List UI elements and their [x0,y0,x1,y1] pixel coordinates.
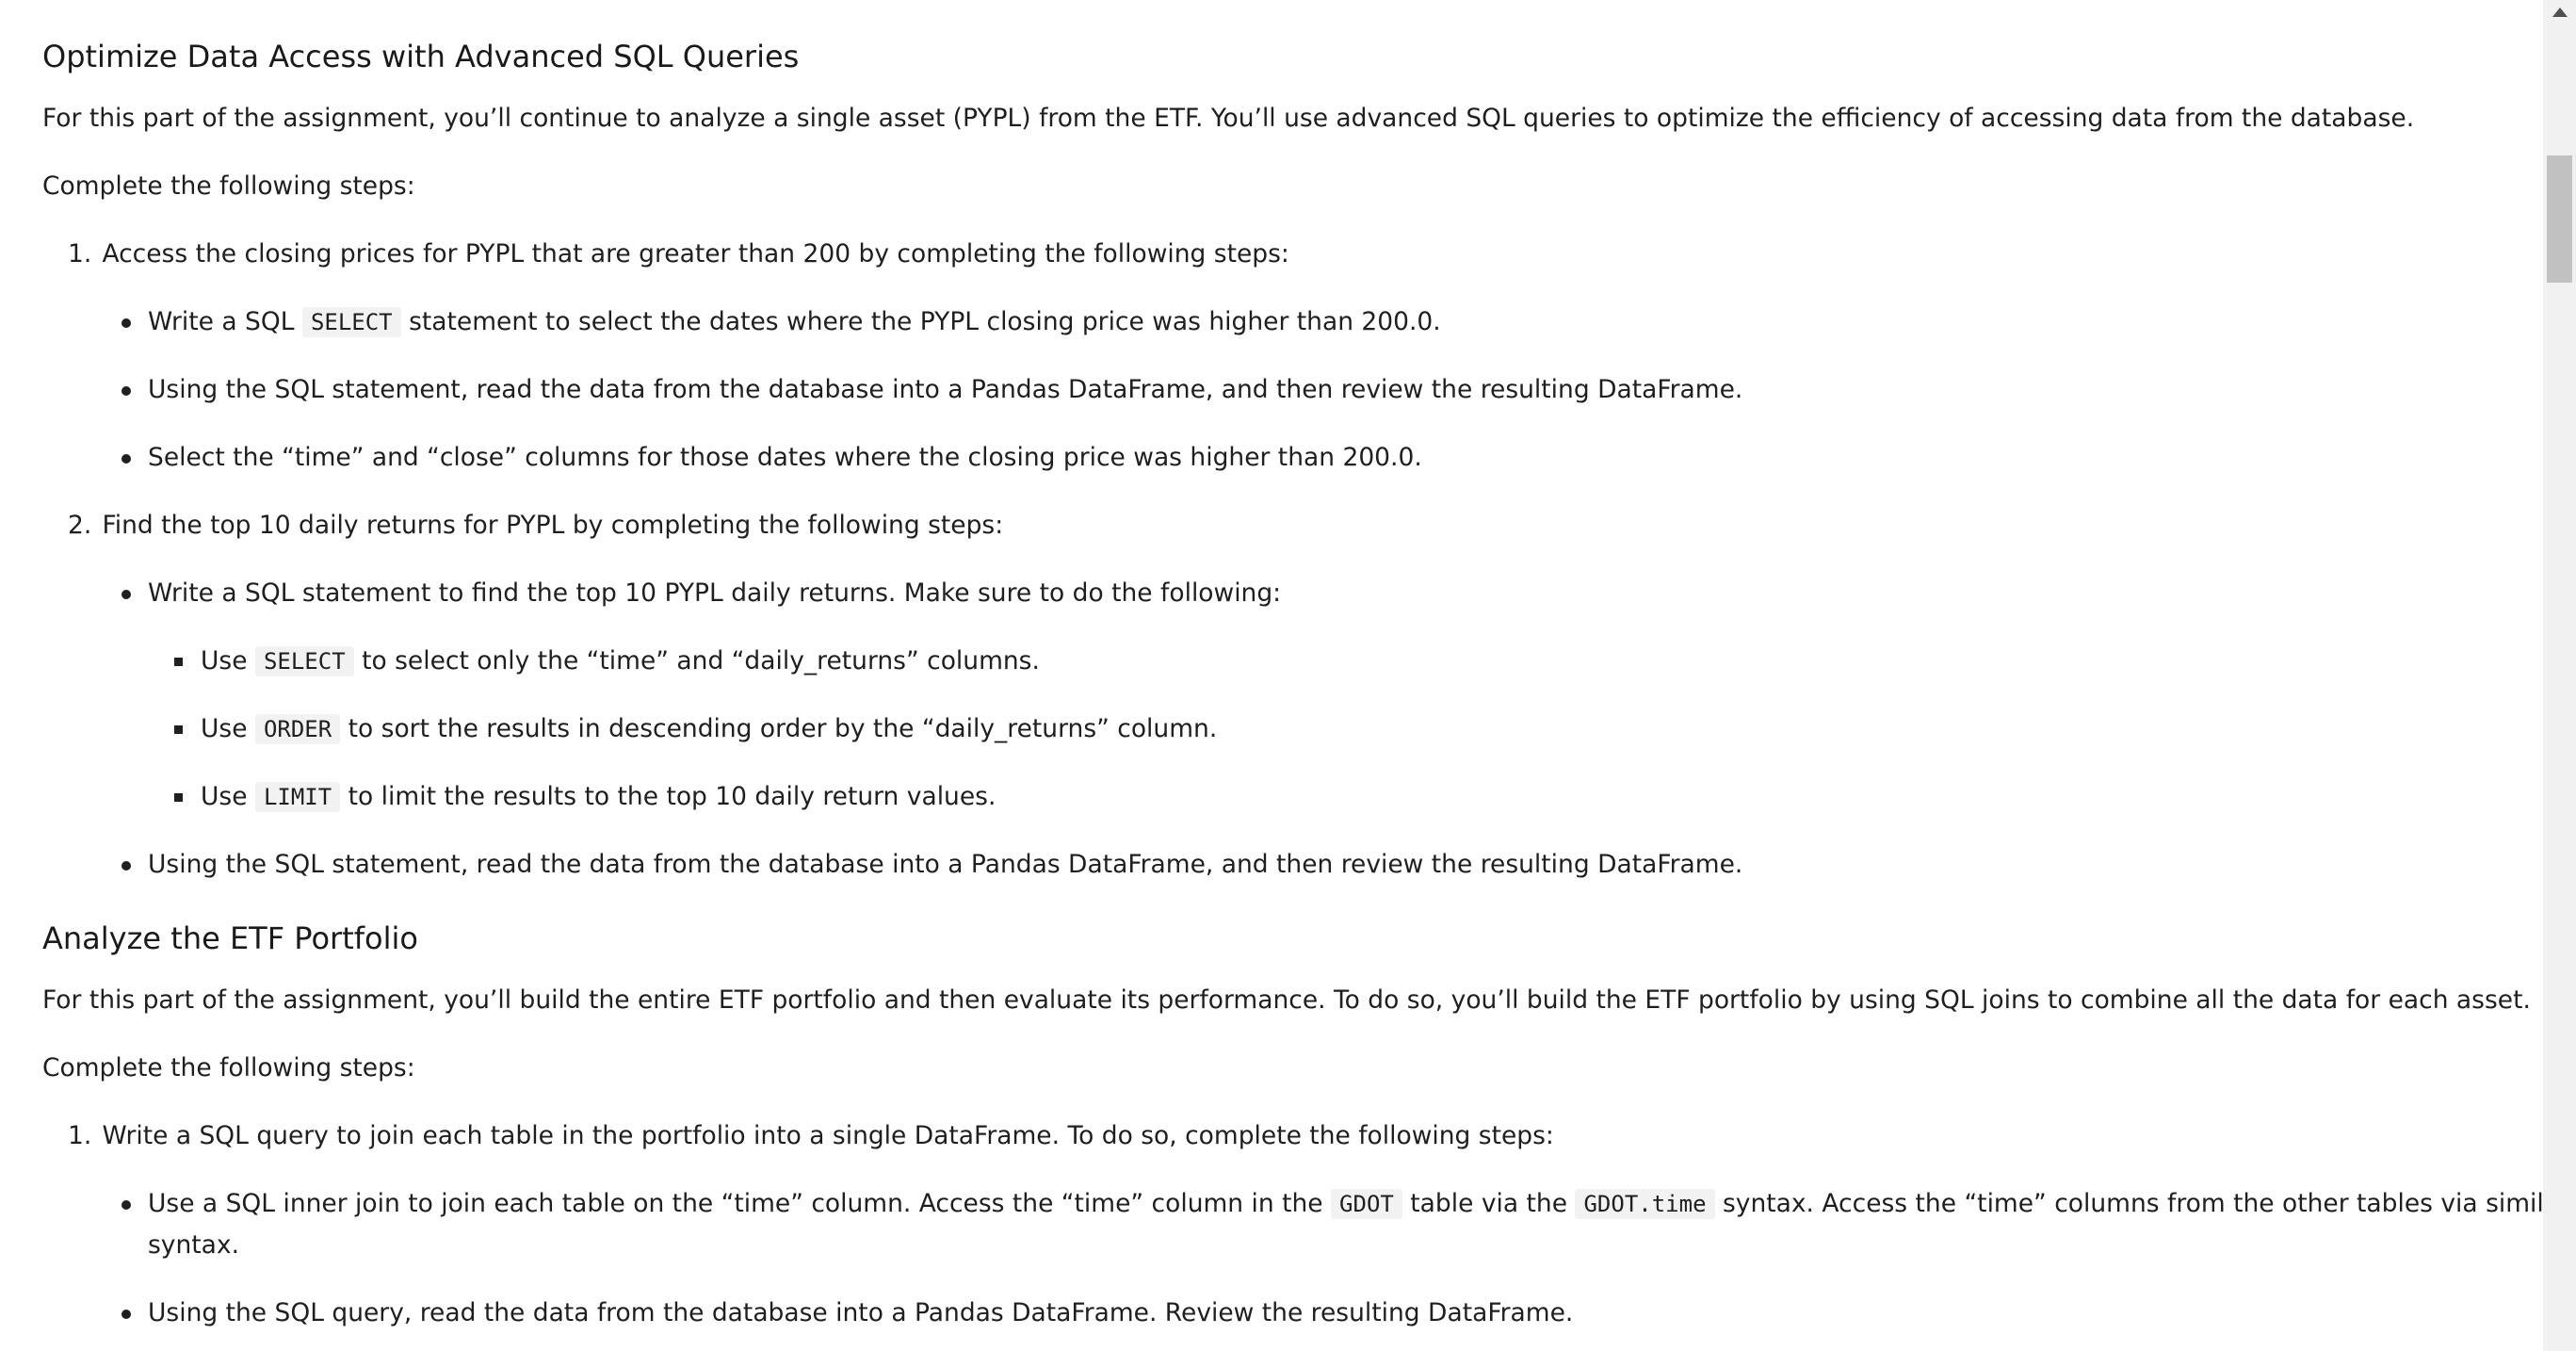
list-item: Use a SQL inner join to join each table … [122,1183,2543,1225]
square-bullet-icon [174,658,183,666]
list-item: Write a SQL SELECT statement to select t… [122,301,1441,343]
scroll-up-arrow-icon[interactable] [2543,0,2576,28]
list-item: Select the “time” and “close” columns fo… [122,437,1422,479]
vertical-scrollbar[interactable] [2543,0,2576,1351]
list-item-continuation: syntax. [148,1230,240,1260]
square-bullet-icon [174,725,183,734]
list-item: Using the SQL statement, read the data f… [122,369,1742,411]
section-heading-analyze: Analyze the ETF Portfolio [42,920,418,956]
inline-code: GDOT.time [1575,1189,1715,1219]
section1-complete-steps: Complete the following steps: [42,171,415,201]
square-bullet-icon [174,793,183,802]
bullet-icon [122,454,131,464]
sub-list-item: Use SELECT to select only the “time” and… [174,641,1040,682]
inline-code: LIMIT [254,782,341,812]
section2-step-1: 1. Write a SQL query to join each table … [68,1121,1554,1150]
sub-list-item: Use LIMIT to limit the results to the to… [174,776,996,818]
bullet-icon [122,386,131,396]
section2-complete-steps: Complete the following steps: [42,1053,415,1082]
inline-code: SELECT [301,307,401,337]
inline-code: ORDER [254,714,341,744]
bullet-icon [122,318,131,328]
inline-code: SELECT [254,646,354,676]
section1-step-2: 2. Find the top 10 daily returns for PYP… [68,511,1004,540]
sub-list-item: Use ORDER to sort the results in descend… [174,708,1217,750]
list-item: Using the SQL query, read the data from … [122,1293,1573,1334]
section2-intro: For this part of the assignment, you’ll … [42,985,2531,1015]
bullet-icon [122,1200,131,1210]
section-heading-optimize: Optimize Data Access with Advanced SQL Q… [42,39,800,74]
inline-code: GDOT [1331,1189,1402,1219]
bullet-icon [122,861,131,871]
scrollbar-thumb[interactable] [2547,155,2572,283]
list-item: Using the SQL statement, read the data f… [122,844,1742,886]
section1-intro: For this part of the assignment, you’ll … [42,104,2415,133]
list-item: Write a SQL statement to find the top 10… [122,573,1281,614]
document-page: Optimize Data Access with Advanced SQL Q… [0,0,2543,1351]
bullet-icon [122,1310,131,1319]
section1-step-1: 1. Access the closing prices for PYPL th… [68,239,1289,269]
bullet-icon [122,590,131,599]
